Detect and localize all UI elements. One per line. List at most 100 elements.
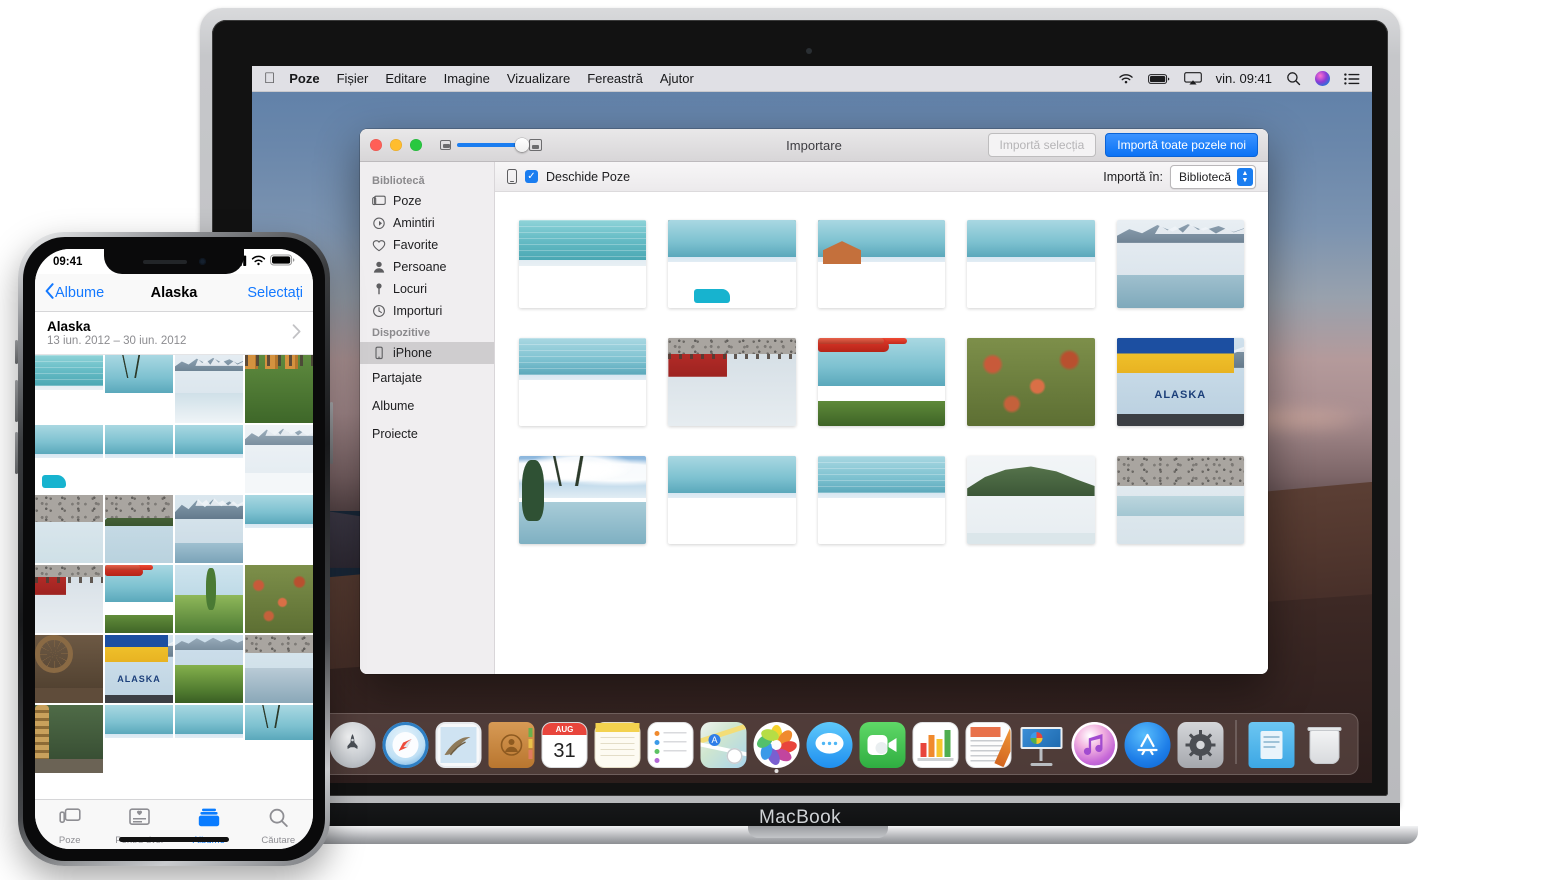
photo-thumbnail-snowy-mountains-bay[interactable] [175, 355, 243, 423]
photo-thumbnail-alaska-railroad-train[interactable]: ALASKA [1116, 338, 1244, 426]
photo-thumbnail-glacier-mountains[interactable] [175, 495, 243, 563]
window-titlebar[interactable]: Importare Importă selecția Importă toate… [360, 129, 1268, 162]
photo-thumbnail-marina-town-view[interactable] [175, 425, 243, 493]
menubar-clock[interactable]: vin. 09:41 [1216, 71, 1272, 86]
photo-cell[interactable] [817, 338, 946, 426]
photo-thumbnail-harbor-boat-dock-trees[interactable] [668, 220, 796, 308]
photo-cell[interactable] [1116, 456, 1244, 544]
zoom-button[interactable] [410, 139, 422, 151]
sidebar-item-poze[interactable]: Poze [360, 190, 494, 212]
sidebar-item-locuri[interactable]: Locuri [360, 278, 494, 300]
pages-icon[interactable] [965, 722, 1012, 768]
photo-cell[interactable] [519, 456, 647, 544]
import-all-new-button[interactable]: Importă toate pozele noi [1105, 132, 1258, 158]
appstore-icon[interactable] [1124, 722, 1171, 768]
photo-thumbnail-rocky-shore-trees[interactable] [105, 495, 173, 563]
photo-cell[interactable] [668, 220, 796, 308]
photo-thumbnail-red-building-on-stilts[interactable] [668, 338, 796, 426]
photo-thumbnail-tidal-flat-reflection[interactable] [245, 635, 313, 703]
chevron-right-icon[interactable] [292, 323, 301, 343]
siri-icon[interactable] [1315, 71, 1330, 86]
iphone-photo-grid[interactable]: ALASKA [35, 355, 313, 799]
photo-cell[interactable] [967, 456, 1095, 544]
photo-cell[interactable] [668, 456, 796, 544]
photo-thumbnail-marina-boats-2[interactable] [175, 705, 243, 773]
photo-cell[interactable] [817, 456, 946, 544]
sidebar-item-persoane[interactable]: Persoane [360, 256, 494, 278]
photo-cell[interactable] [519, 338, 647, 426]
photo-thumbnail-alaska-railroad-train[interactable]: ALASKA [105, 635, 173, 703]
sidebar-item-importuri[interactable]: Importuri [360, 300, 494, 322]
photo-thumbnail-red-seaplane[interactable] [105, 565, 173, 633]
minimize-button[interactable] [390, 139, 402, 151]
documents-folder-icon[interactable] [1248, 722, 1295, 768]
photo-thumbnail-snow-mountain-ridge[interactable] [245, 425, 313, 493]
photo-thumbnail-tree-over-bay[interactable] [519, 456, 647, 544]
safari-icon[interactable] [382, 722, 429, 768]
sidebar-item-iphone[interactable]: iPhone [360, 342, 494, 364]
control-center-icon[interactable] [1344, 72, 1360, 85]
photo-thumbnail-wagon-wheel[interactable] [35, 635, 103, 703]
mail-icon[interactable] [435, 722, 482, 768]
itunes-icon[interactable] [1071, 722, 1118, 768]
photos-import-window[interactable]: Importare Importă selecția Importă toate… [360, 129, 1268, 674]
photo-cell[interactable]: ALASKA [1116, 338, 1244, 426]
photo-thumbnail-orange-cabins-forest[interactable] [245, 355, 313, 423]
mac-dock[interactable]: AUG 31 A [265, 713, 1359, 775]
photo-thumbnail-green-meadow-mountains[interactable] [175, 635, 243, 703]
menu-item-fereastra[interactable]: Fereastră [587, 71, 643, 86]
photo-thumbnail-red-coastal-plants[interactable] [245, 565, 313, 633]
photo-thumbnail-harbor-masts-mountains[interactable] [668, 456, 796, 544]
photo-cell[interactable] [817, 220, 946, 308]
menu-item-vizualizare[interactable]: Vizualizare [507, 71, 570, 86]
slider-track[interactable] [457, 138, 529, 152]
import-to-select[interactable]: Bibliotecă ▲ ▼ [1169, 164, 1256, 189]
import-photo-grid[interactable]: ALASKA [495, 192, 1268, 674]
open-photos-checkbox[interactable]: ✓ [525, 170, 538, 183]
notes-icon[interactable] [594, 722, 641, 768]
import-options-toolbar[interactable]: ✓ Deschide Poze Importă în: Bibliotecă ▲… [495, 162, 1268, 192]
menu-item-editare[interactable]: Editare [385, 71, 426, 86]
sidebar-item-proiecte[interactable]: Proiecte [360, 420, 494, 448]
photo-thumbnail-waterfront-cabin-pier[interactable] [817, 220, 946, 308]
wifi-icon[interactable] [1118, 73, 1134, 85]
photos-icon[interactable] [753, 722, 800, 773]
facetime-icon[interactable] [859, 722, 906, 768]
menu-item-fisier[interactable]: Fișier [337, 71, 369, 86]
menu-item-ajutor[interactable]: Ajutor [660, 71, 694, 86]
photo-thumbnail-harbor-masts-reflection[interactable] [519, 338, 647, 426]
photo-thumbnail-dock-and-boats[interactable] [105, 425, 173, 493]
menu-item-imagine[interactable]: Imagine [444, 71, 490, 86]
sidebar-item-amintiri[interactable]: Amintiri [360, 212, 494, 234]
contacts-icon[interactable] [488, 722, 535, 768]
photo-thumbnail-bay-with-branches[interactable] [105, 355, 173, 423]
photo-thumbnail-bay-with-branches-2[interactable] [245, 705, 313, 773]
thumbnail-size-slider[interactable] [440, 138, 542, 152]
sidebar-item-albume[interactable]: Albume [360, 392, 494, 420]
reminders-icon[interactable] [647, 722, 694, 768]
numbers-icon[interactable] [912, 722, 959, 768]
photo-thumbnail-tree-over-bay[interactable] [175, 565, 243, 633]
photo-thumbnail-marina-boats-1[interactable] [105, 705, 173, 773]
photo-thumbnail-marina-boats-town[interactable] [967, 220, 1095, 308]
photo-cell[interactable] [519, 220, 647, 308]
slider-knob[interactable] [515, 138, 529, 152]
airplay-icon[interactable] [1183, 72, 1202, 85]
photo-thumbnail-red-green-coastal-plants[interactable] [967, 338, 1095, 426]
select-button[interactable]: Selectați [247, 285, 303, 301]
photo-thumbnail-lake-reflection[interactable] [35, 355, 103, 423]
photo-cell[interactable] [967, 338, 1095, 426]
photo-thumbnail-marina-long-view[interactable] [817, 456, 946, 544]
messages-icon[interactable] [806, 722, 853, 768]
battery-icon[interactable] [1147, 73, 1170, 85]
import-selection-button[interactable]: Importă selecția [987, 132, 1097, 158]
photo-cell[interactable] [668, 338, 796, 426]
photo-thumbnail-red-seaplane-on-water[interactable] [817, 338, 946, 426]
photo-thumbnail-pebble-beach-glacier[interactable] [1116, 456, 1244, 544]
photo-thumbnail-marina-masts[interactable] [245, 495, 313, 563]
maps-icon[interactable]: A [700, 722, 747, 768]
launchpad-icon[interactable] [329, 722, 376, 768]
album-header[interactable]: Alaska 13 iun. 2012 – 30 iun. 2012 [35, 312, 313, 355]
photo-thumbnail-green-ridge-over-water[interactable] [967, 456, 1095, 544]
keynote-icon[interactable] [1019, 722, 1065, 768]
